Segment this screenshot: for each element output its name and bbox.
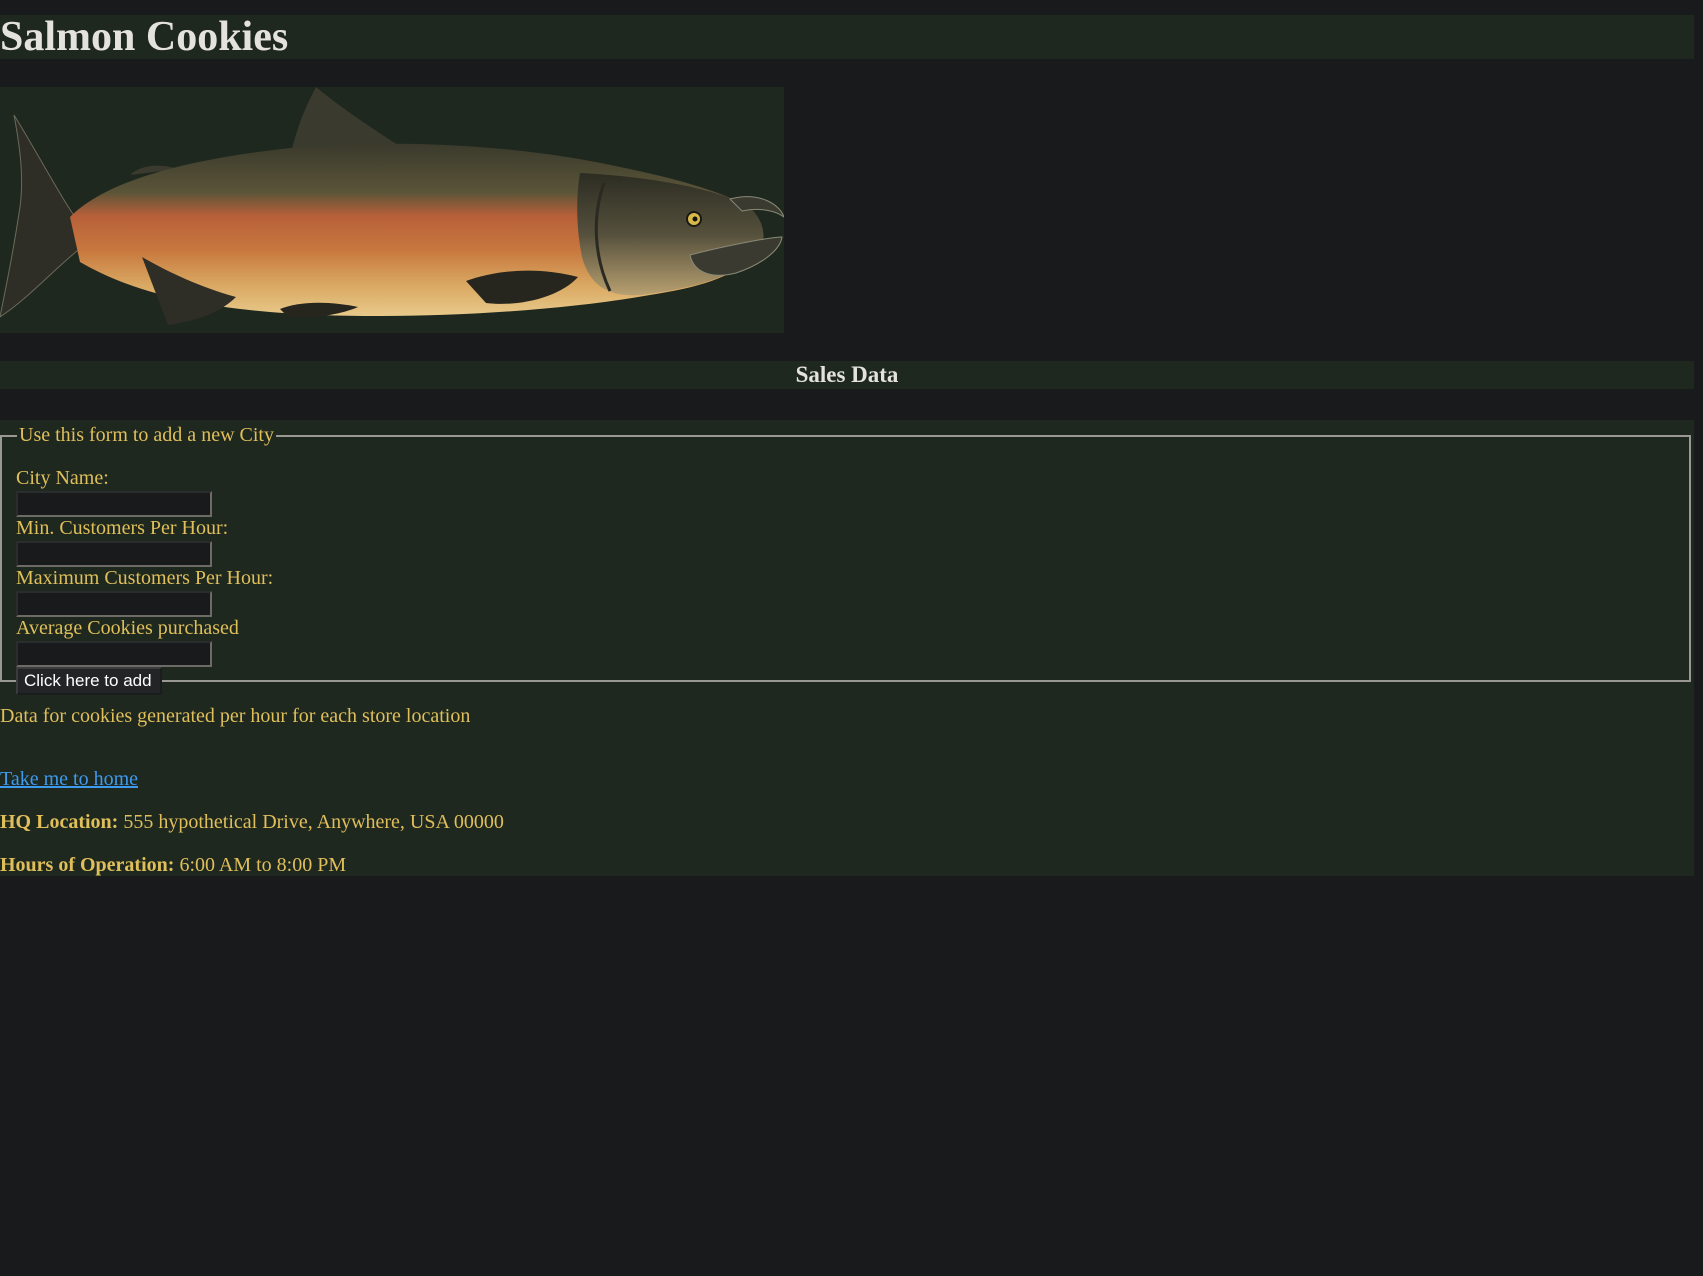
city-name-label: City Name: <box>16 467 109 489</box>
avg-cookies-input[interactable] <box>16 641 212 667</box>
data-caption: Data for cookies generated per hour for … <box>0 705 471 727</box>
sales-data-header: Sales Data <box>0 361 1694 389</box>
avg-cookies-label: Average Cookies purchased <box>16 617 239 639</box>
main-content: Use this form to add a new City City Nam… <box>0 420 1694 876</box>
city-name-input[interactable] <box>16 491 212 517</box>
hq-location-value: 555 hypothetical Drive, Anywhere, USA 00… <box>118 811 504 833</box>
home-link[interactable]: Take me to home <box>0 768 138 790</box>
max-customers-label: Maximum Customers Per Hour: <box>16 567 274 589</box>
hours-value: 6:00 AM to 8:00 PM <box>174 854 347 876</box>
form-legend: Use this form to add a new City <box>19 424 274 446</box>
add-city-button[interactable]: Click here to add <box>16 667 162 695</box>
salmon-illustration <box>0 87 784 325</box>
salmon-image <box>0 87 784 333</box>
hours-label: Hours of Operation: <box>0 854 175 876</box>
sales-data-title: Sales Data <box>795 362 899 387</box>
page-title: Salmon Cookies <box>0 14 289 60</box>
add-city-form: Use this form to add a new City City Nam… <box>0 424 1691 695</box>
max-customers-input[interactable] <box>16 591 212 617</box>
min-customers-label: Min. Customers Per Hour: <box>16 517 229 539</box>
hq-location-line: HQ Location: 555 hypothetical Drive, Any… <box>0 811 504 833</box>
min-customers-input[interactable] <box>16 541 212 567</box>
hq-location-label: HQ Location: <box>0 811 119 833</box>
page-header: Salmon Cookies <box>0 15 1694 59</box>
hours-line: Hours of Operation: 6:00 AM to 8:00 PM <box>0 854 346 876</box>
